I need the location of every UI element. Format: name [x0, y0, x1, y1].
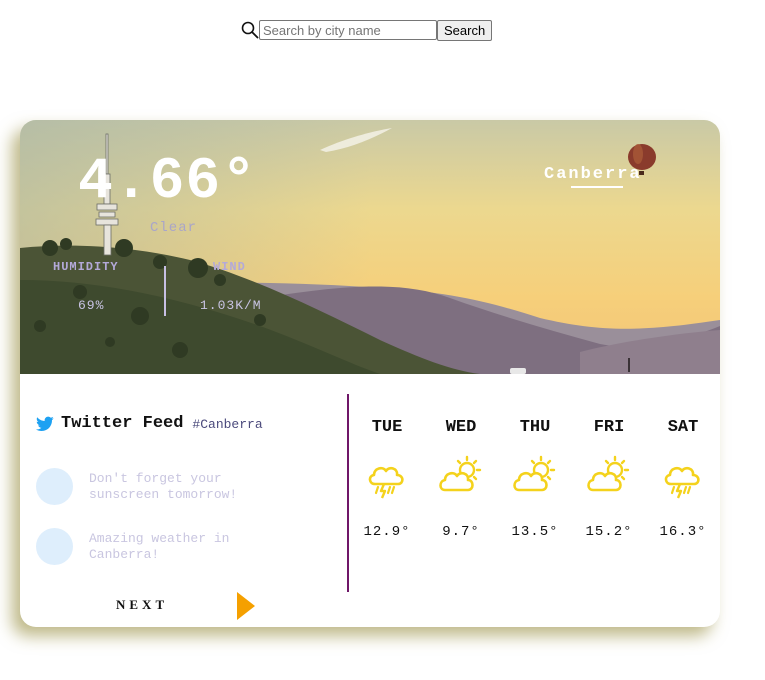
day-name: TUE [371, 418, 403, 437]
current-temperature: 4.66° [78, 150, 258, 215]
tweet-text: Amazing weather in Canberra! [89, 531, 230, 562]
rain-cloud-icon [664, 466, 700, 499]
hero-image: 4.66° Clear Canberra HUMIDITY 69% WIND 1… [20, 120, 720, 374]
day-temperature: 9.7° [442, 524, 480, 540]
forecast-day-tue: TUE 12.9° [350, 418, 424, 540]
tweet-text: Don't forget your sunscreen tomorrow! [89, 471, 238, 502]
search-input[interactable] [259, 20, 437, 40]
forecast-day-wed: WED 9.7° [424, 418, 498, 540]
search-button[interactable]: Search [437, 19, 493, 41]
city-name: Canberra [544, 165, 642, 184]
day-name: THU [519, 418, 551, 437]
stats-divider [164, 266, 166, 316]
tweet-item: Amazing weather in Canberra! [36, 528, 336, 565]
twitter-header: Twitter Feed #Canberra [36, 414, 263, 433]
humidity-label: HUMIDITY [53, 260, 119, 274]
partly-cloudy-icon [587, 455, 630, 492]
search-bar: Search [241, 18, 493, 42]
tweet-item: Don't forget your sunscreen tomorrow! [36, 468, 336, 505]
weather-card: 4.66° Clear Canberra HUMIDITY 69% WIND 1… [20, 120, 720, 627]
forecast-day-thu: THU 13.5° [498, 418, 572, 540]
twitter-feed-title: Twitter Feed [61, 414, 184, 433]
next-arrow-icon[interactable] [235, 591, 257, 621]
twitter-bird-icon [36, 416, 54, 431]
wind-label: WIND [213, 260, 246, 274]
avatar [36, 468, 73, 505]
day-temperature: 16.3° [659, 524, 707, 540]
search-icon [241, 21, 259, 39]
day-temperature: 15.2° [585, 524, 633, 540]
section-divider [347, 394, 349, 592]
city-underline [571, 186, 623, 188]
humidity-value: 69% [78, 298, 105, 313]
weather-condition: Clear [150, 220, 198, 236]
forecast-day-fri: FRI 15.2° [572, 418, 646, 540]
day-temperature: 13.5° [511, 524, 559, 540]
next-button[interactable]: NEXT [116, 597, 168, 613]
day-name: FRI [593, 418, 625, 437]
partly-cloudy-icon [439, 455, 482, 492]
avatar [36, 528, 73, 565]
day-name: SAT [667, 418, 699, 437]
wind-value: 1.03K/M [200, 298, 262, 313]
partly-cloudy-icon [513, 455, 556, 492]
day-name: WED [445, 418, 477, 437]
forecast-day-sat: SAT 16.3° [646, 418, 720, 540]
day-temperature: 12.9° [363, 524, 411, 540]
rain-cloud-icon [368, 466, 404, 499]
twitter-hashtag[interactable]: #Canberra [192, 417, 262, 432]
